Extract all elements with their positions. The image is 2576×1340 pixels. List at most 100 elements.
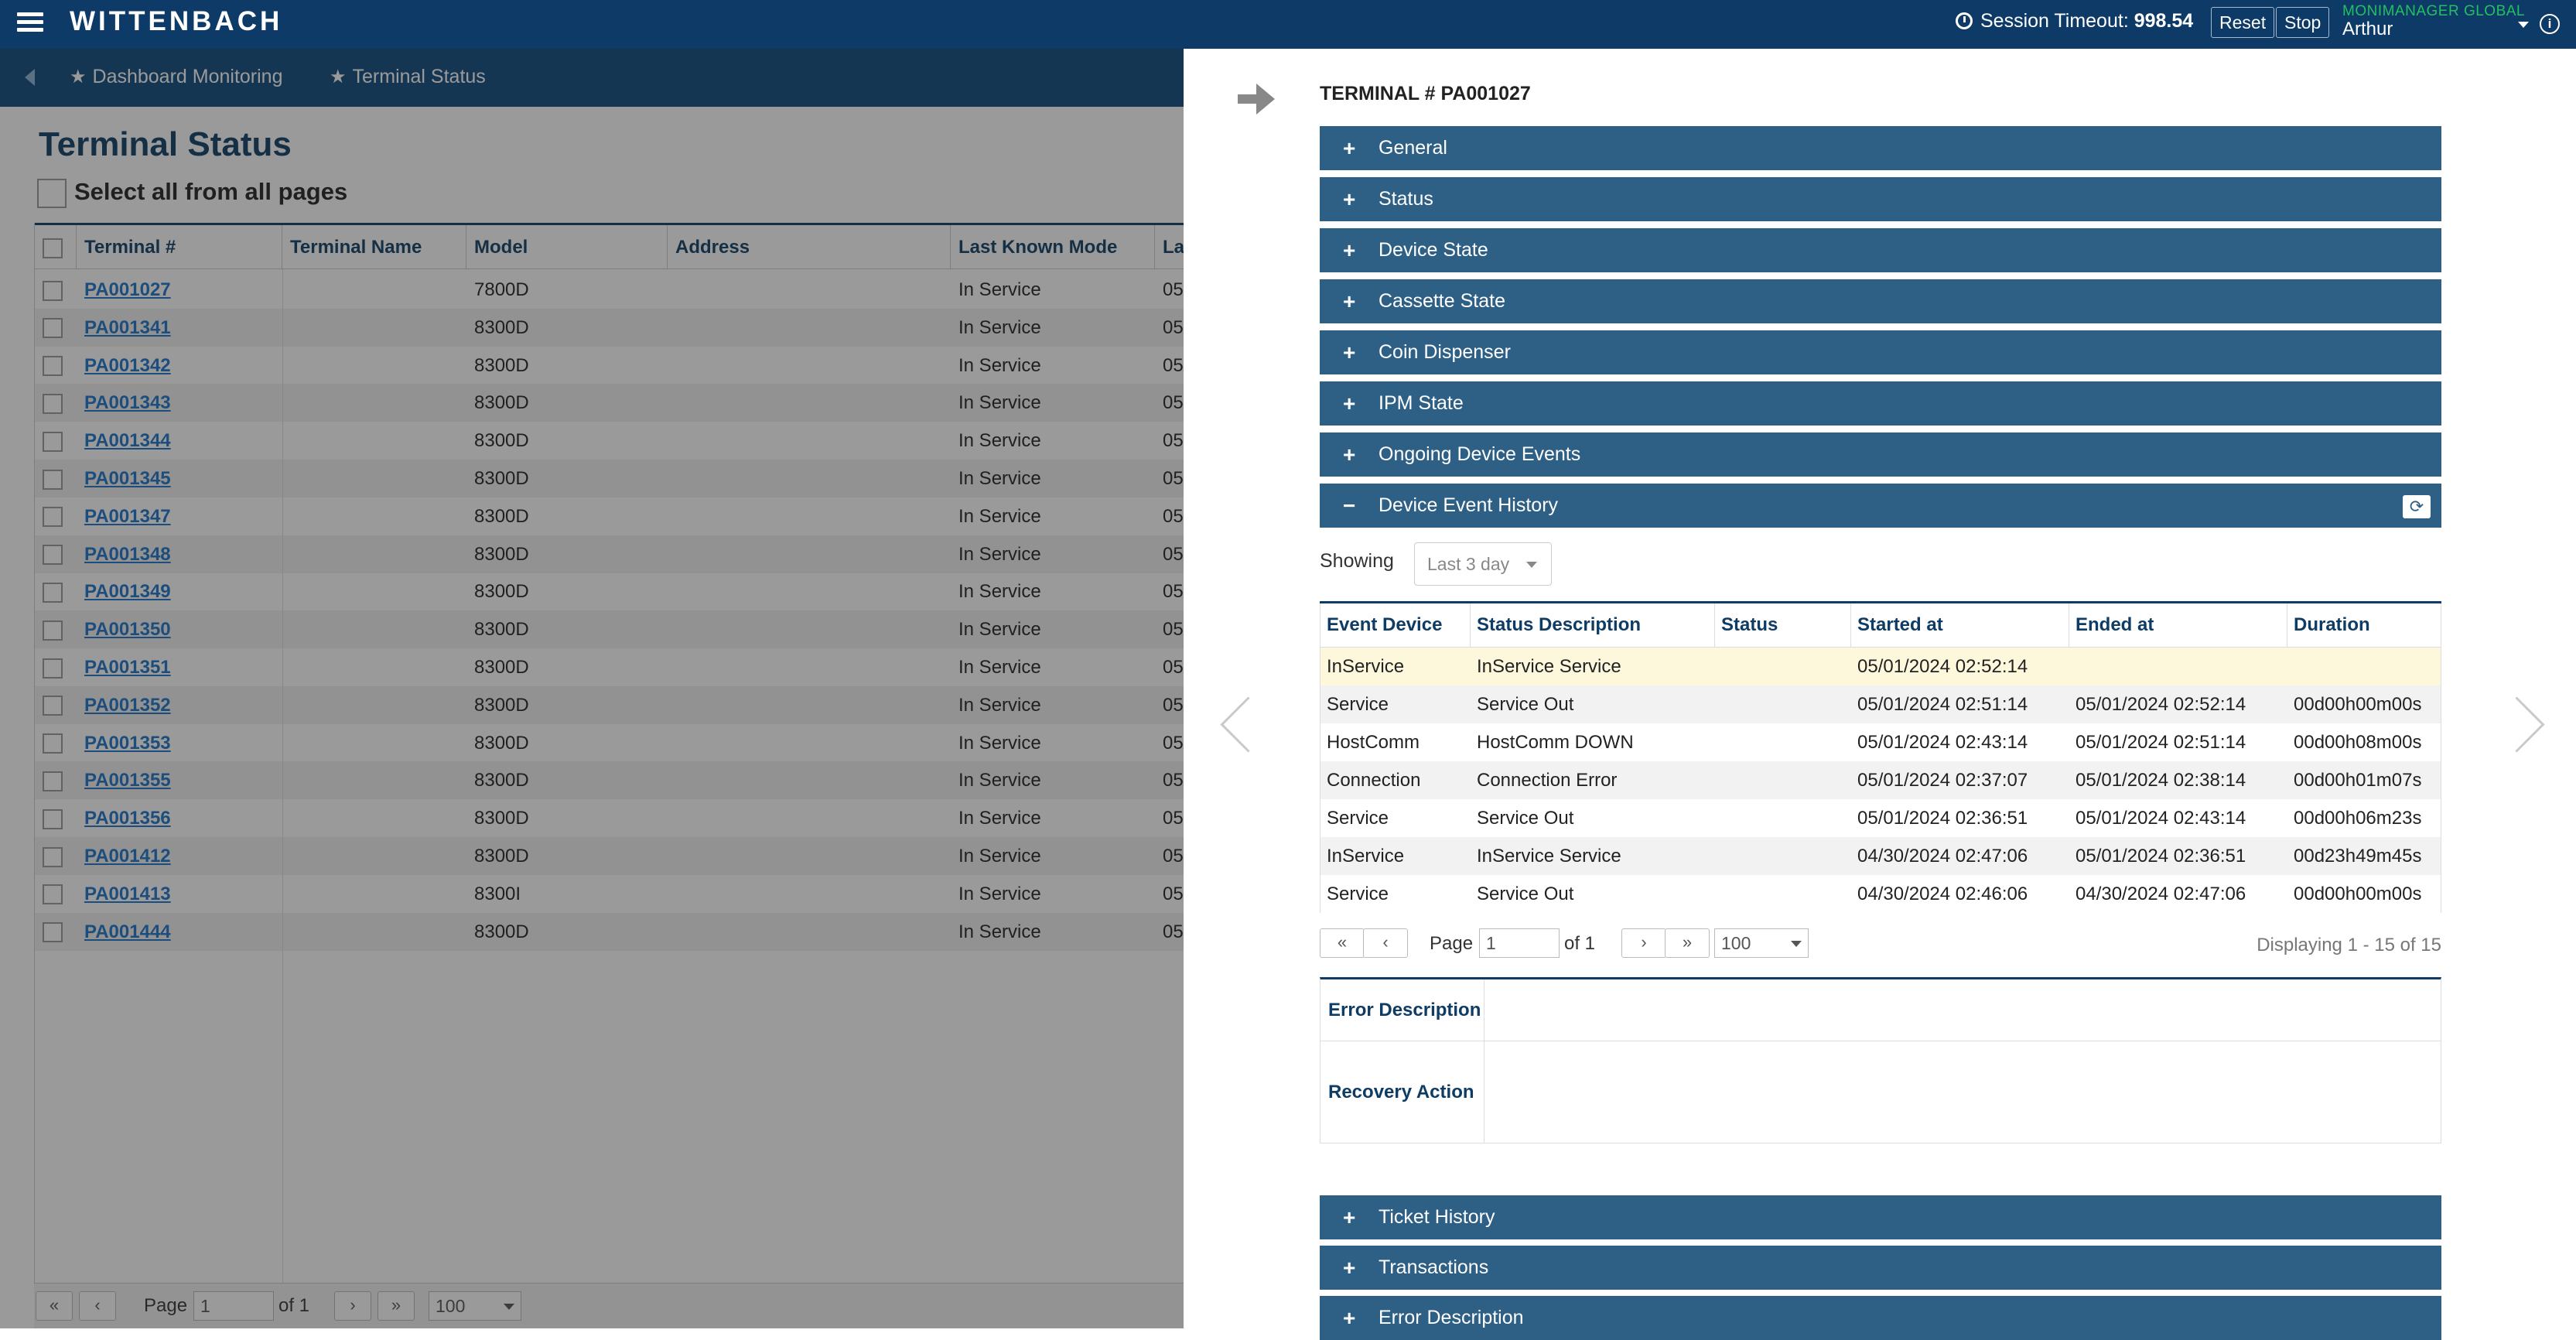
refresh-icon[interactable]: ⟳ [2403,495,2431,518]
displaying-count: Displaying 1 - 15 of 15 [2257,935,2441,955]
cell-status [1715,761,1721,799]
cell-status [1715,648,1721,685]
cell-ended: 05/01/2024 02:43:14 [2075,808,2246,829]
event-row[interactable]: Service Service Out 04/30/2024 02:46:06 04/… [1320,875,2441,913]
page-size-select[interactable]: 100 [1714,928,1809,958]
event-row[interactable]: InService InService Service 05/01/2024 02:… [1320,648,2441,685]
page-of: of 1 [1564,933,1596,954]
cell-device: Connection [1327,770,1421,791]
page-label: Page [1430,933,1474,954]
error-detail-box: Error Description Recovery Action [1320,977,2441,1143]
page-input[interactable]: 1 [1479,928,1560,958]
section-ticket-history[interactable]: + Ticket History [1320,1195,2441,1239]
expand-icon: + [1343,391,1356,415]
cell-status [1715,799,1721,837]
cell-duration: 00d00h00m00s [2294,694,2422,715]
terminal-title: TERMINAL # PA001027 [1320,83,1531,104]
cell-status [1715,685,1721,723]
cell-started: 05/01/2024 02:36:51 [1857,808,2028,829]
column-header[interactable]: Ended at [2069,603,2287,647]
section-ongoing-device-events[interactable]: + Ongoing Device Events [1320,432,2441,477]
section-error-description[interactable]: + Error Description [1320,1296,2441,1340]
column-header[interactable]: Status [1715,603,1851,647]
event-table-header: Event Device Status Description Status S… [1320,603,2441,648]
alarm-clock-icon [1956,12,1973,29]
user-name[interactable]: Arthur [2342,19,2393,40]
cell-ended: 05/01/2024 02:36:51 [2075,846,2246,867]
cell-ended: 05/01/2024 02:51:14 [2075,732,2246,753]
expand-icon: + [1343,238,1356,262]
expand-icon: + [1343,443,1356,467]
cell-device: Service [1327,884,1389,904]
cell-ended: 05/01/2024 02:52:14 [2075,694,2246,715]
cell-desc: HostComm DOWN [1477,732,1634,753]
expand-icon: + [1343,1256,1356,1280]
event-history-table: Event Device Status Description Status S… [1320,601,2441,913]
collapse-icon: − [1343,494,1356,518]
section-ipm-state[interactable]: + IPM State [1320,381,2441,426]
cell-device: HostComm [1327,732,1420,753]
next-terminal-arrow-icon[interactable] [2514,699,2545,761]
expand-icon: + [1343,136,1356,160]
expand-icon: + [1343,1306,1356,1330]
session-timeout: Session Timeout: 998.54 [1956,10,2193,32]
stop-button[interactable]: Stop [2276,7,2330,38]
first-page-button[interactable]: « [1320,928,1365,958]
cell-status [1715,875,1721,913]
cell-desc: InService Service [1477,846,1621,867]
cell-status [1715,723,1721,761]
event-row[interactable]: Service Service Out 05/01/2024 02:51:14 05/… [1320,685,2441,723]
cell-duration: 00d00h08m00s [2294,732,2422,753]
cell-duration: 00d00h00m00s [2294,884,2422,904]
cell-device: Service [1327,694,1389,715]
event-pager: « ‹ Page 1 of 1 › » 100 Displaying 1 - 1… [1320,928,2441,962]
cell-ended [2069,648,2075,685]
next-page-button[interactable]: › [1621,928,1666,958]
showing-label: Showing [1320,550,1394,572]
prev-page-button[interactable]: ‹ [1363,928,1408,958]
cell-desc: InService Service [1477,656,1621,677]
cell-started: 05/01/2024 02:37:07 [1857,770,2028,791]
column-header[interactable]: Event Device [1320,603,1471,647]
event-row[interactable]: InService InService Service 04/30/2024 02:… [1320,837,2441,875]
event-row[interactable]: HostComm HostComm DOWN 05/01/2024 02:43:14… [1320,723,2441,761]
section-coin-dispenser[interactable]: + Coin Dispenser [1320,330,2441,374]
expand-icon: + [1343,187,1356,211]
menu-icon[interactable] [17,9,43,37]
section-status[interactable]: + Status [1320,177,2441,221]
recovery-action-label: Recovery Action [1320,1041,1484,1143]
event-row[interactable]: Connection Connection Error 05/01/2024 02:… [1320,761,2441,799]
cell-started: 04/30/2024 02:47:06 [1857,846,2028,867]
last-page-button[interactable]: » [1665,928,1710,958]
cell-duration: 00d23h49m45s [2294,846,2422,867]
cell-started: 05/01/2024 02:51:14 [1857,694,2028,715]
column-header[interactable]: Status Description [1471,603,1715,647]
info-icon[interactable]: i [2540,14,2560,34]
section-device-event-history[interactable]: − Device Event History ⟳ [1320,484,2441,528]
cell-desc: Service Out [1477,884,1574,904]
previous-terminal-arrow-icon[interactable] [1215,699,1245,761]
cell-started: 04/30/2024 02:46:06 [1857,884,2028,904]
expand-icon: + [1343,340,1356,364]
column-header[interactable]: Duration [2287,603,2441,647]
cell-duration [2287,648,2294,685]
section-device-state[interactable]: + Device State [1320,228,2441,272]
reset-button[interactable]: Reset [2211,7,2275,38]
user-menu-caret-icon[interactable] [2518,22,2529,28]
cell-device: Service [1327,808,1389,829]
event-row[interactable]: Service Service Out 05/01/2024 02:36:51 05/… [1320,799,2441,837]
cell-started: 05/01/2024 02:52:14 [1857,656,2028,677]
section-general[interactable]: + General [1320,126,2441,170]
period-dropdown[interactable]: Last 3 day [1414,542,1552,586]
modal-backdrop[interactable] [0,49,1184,1328]
close-panel-arrow-icon[interactable] [1238,84,1276,115]
expand-icon: + [1343,1205,1356,1229]
cell-status [1715,837,1721,875]
section-cassette-state[interactable]: + Cassette State [1320,279,2441,323]
cell-device: InService [1327,846,1405,867]
column-header[interactable]: Started at [1851,603,2069,647]
session-timeout-value: 998.54 [2134,10,2194,32]
session-timeout-label: Session Timeout: [1980,10,2129,32]
cell-desc: Service Out [1477,694,1574,715]
section-transactions[interactable]: + Transactions [1320,1246,2441,1290]
